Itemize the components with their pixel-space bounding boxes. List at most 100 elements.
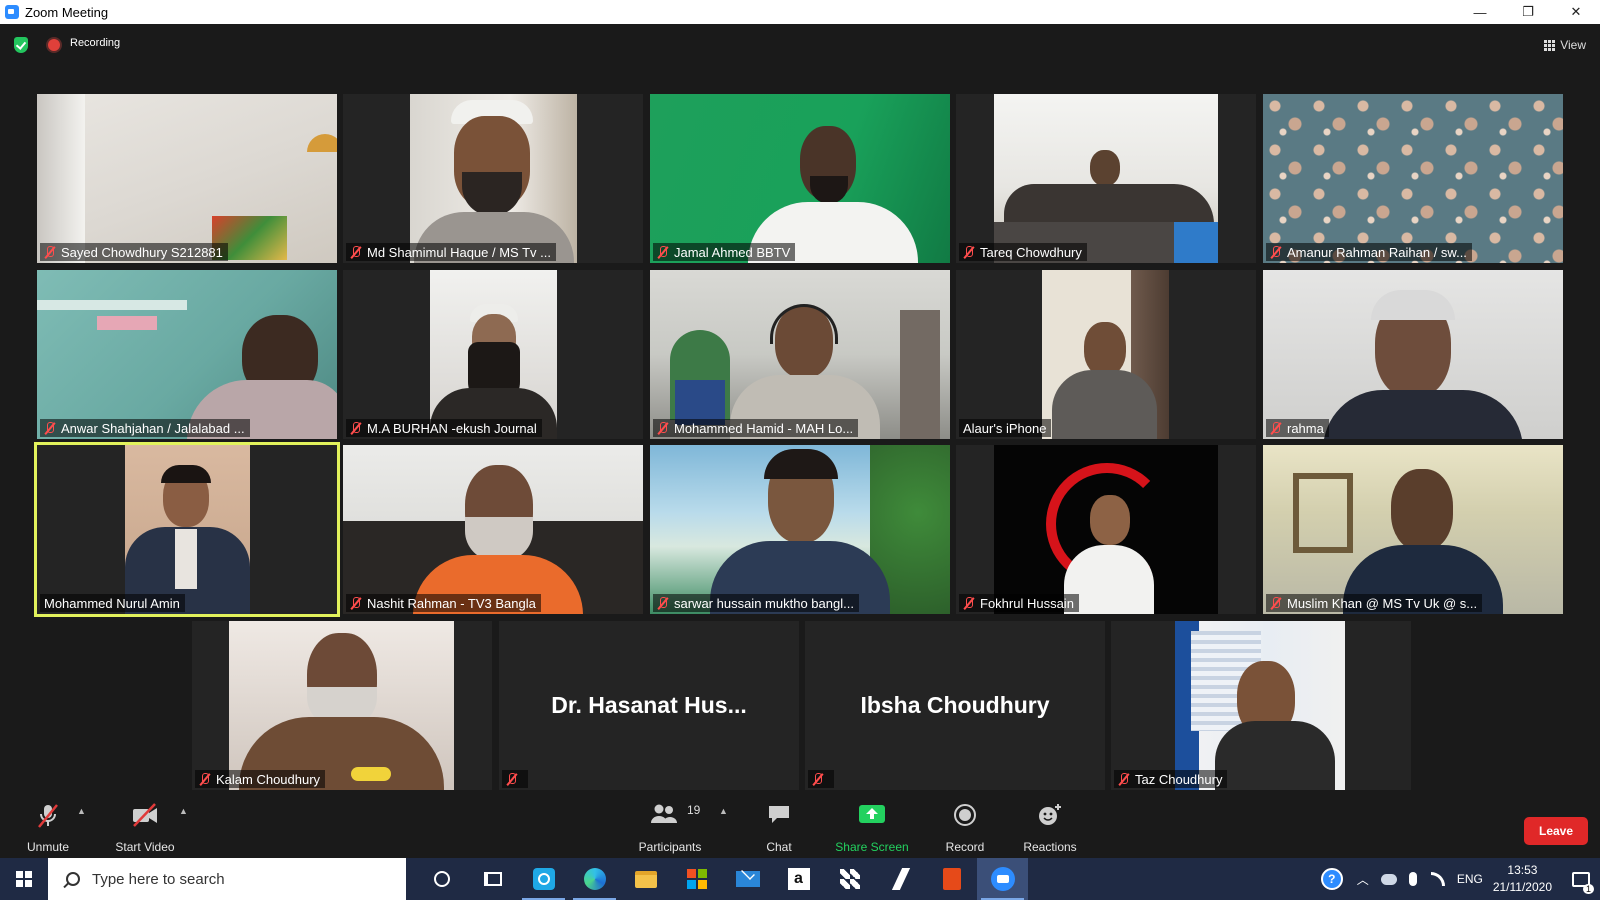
taskbar-clock[interactable]: 13:53 21/11/2020 bbox=[1493, 862, 1552, 896]
video-tile[interactable]: Mohammed Hamid - MAH Lo... bbox=[650, 270, 950, 439]
participant-video bbox=[343, 445, 643, 614]
view-button[interactable]: View bbox=[1544, 34, 1586, 56]
participant-name: Tareq Chowdhury bbox=[980, 244, 1082, 260]
task-view-icon[interactable] bbox=[467, 858, 518, 900]
reactions-label: Reactions bbox=[1023, 840, 1077, 854]
video-tile[interactable]: sarwar hussain muktho bangl... bbox=[650, 445, 950, 614]
audio-options-chevron-icon[interactable]: ▲ bbox=[77, 806, 86, 816]
input-language[interactable]: ENG bbox=[1457, 872, 1483, 886]
participant-video bbox=[430, 270, 557, 439]
participant-nameplate: Amanur Rahman Raihan / sw... bbox=[1266, 243, 1472, 261]
participant-video bbox=[37, 270, 337, 439]
participant-name: Amanur Rahman Raihan / sw... bbox=[1287, 244, 1467, 260]
wifi-icon[interactable] bbox=[1430, 872, 1445, 886]
smiley-plus-icon bbox=[1039, 804, 1061, 825]
share-screen-label: Share Screen bbox=[835, 840, 909, 854]
muted-microphone-icon bbox=[657, 596, 668, 610]
window-controls: — ❐ ✕ bbox=[1456, 0, 1600, 24]
video-tile[interactable]: Md Shamimul Haque / MS Tv ... bbox=[343, 94, 643, 263]
record-button[interactable]: Record bbox=[935, 796, 995, 858]
participants-options-chevron-icon[interactable]: ▲ bbox=[719, 806, 728, 816]
participant-name: Taz Choudhury bbox=[1135, 771, 1223, 787]
recording-icon bbox=[48, 39, 60, 51]
participant-name: Mohammed Hamid - MAH Lo... bbox=[674, 420, 854, 436]
file-explorer-icon[interactable] bbox=[620, 858, 671, 900]
participant-video bbox=[125, 445, 250, 614]
participant-video bbox=[994, 445, 1218, 614]
kodi-icon[interactable] bbox=[875, 858, 926, 900]
help-icon[interactable]: ? bbox=[1320, 868, 1343, 890]
start-video-button[interactable]: Start Video bbox=[110, 796, 180, 858]
video-tile[interactable]: Tareq Chowdhury bbox=[956, 94, 1256, 263]
start-button[interactable] bbox=[0, 858, 48, 900]
participant-video bbox=[1263, 445, 1563, 614]
participant-nameplate: Anwar Shahjahan / Jalalabad ... bbox=[40, 419, 250, 437]
amazon-icon[interactable]: a bbox=[773, 858, 824, 900]
chat-label: Chat bbox=[766, 840, 792, 854]
video-tile-video-off[interactable]: Ibsha Choudhury bbox=[805, 621, 1105, 790]
video-tile[interactable]: Muslim Khan @ MS Tv Uk @ s... bbox=[1263, 445, 1563, 614]
video-tile[interactable]: M.A BURHAN -ekush Journal bbox=[343, 270, 643, 439]
dropbox-icon[interactable] bbox=[824, 858, 875, 900]
microphone-tray-icon[interactable] bbox=[1408, 872, 1417, 886]
video-tile[interactable]: Jamal Ahmed BBTV bbox=[650, 94, 950, 263]
taskbar-search-box[interactable]: Type here to search bbox=[48, 858, 406, 900]
search-icon bbox=[66, 872, 80, 886]
muted-microphone-icon bbox=[350, 596, 361, 610]
muted-microphone-icon bbox=[963, 245, 974, 259]
video-tile[interactable]: Alaur's iPhone bbox=[956, 270, 1256, 439]
video-tile[interactable]: Fokhrul Hussain bbox=[956, 445, 1256, 614]
zoom-taskbar-icon[interactable] bbox=[977, 858, 1028, 900]
onedrive-cloud-icon[interactable] bbox=[1380, 873, 1397, 885]
chat-button[interactable]: Chat bbox=[751, 796, 807, 858]
show-hidden-icons-chevron-icon[interactable]: ︿ bbox=[1357, 871, 1369, 888]
unmute-label: Unmute bbox=[26, 840, 70, 854]
participant-video bbox=[650, 94, 950, 263]
close-button[interactable]: ✕ bbox=[1552, 0, 1600, 24]
video-tile[interactable]: Amanur Rahman Raihan / sw... bbox=[1263, 94, 1563, 263]
video-tile[interactable]: Sayed Chowdhury S212881 bbox=[37, 94, 337, 263]
participant-nameplate: sarwar hussain muktho bangl... bbox=[653, 594, 859, 612]
unmute-button[interactable]: Unmute bbox=[18, 796, 78, 858]
microsoft-store-icon[interactable] bbox=[671, 858, 722, 900]
action-center-button[interactable]: 1 bbox=[1566, 858, 1596, 900]
video-tile-video-off[interactable]: Dr. Hasanat Hus... bbox=[499, 621, 799, 790]
participant-video bbox=[650, 270, 950, 439]
participant-count: 19 bbox=[687, 803, 701, 817]
whatsapp-icon[interactable] bbox=[518, 858, 569, 900]
video-off-icon bbox=[133, 803, 157, 827]
edge-browser-icon[interactable] bbox=[569, 858, 620, 900]
search-placeholder: Type here to search bbox=[92, 870, 225, 888]
participant-name: Kalam Choudhury bbox=[216, 771, 321, 787]
participant-nameplate bbox=[502, 770, 528, 788]
leave-meeting-button[interactable]: Leave bbox=[1524, 817, 1588, 845]
share-screen-button[interactable]: Share Screen bbox=[828, 796, 916, 858]
mail-icon[interactable] bbox=[722, 858, 773, 900]
muted-microphone-icon bbox=[657, 421, 668, 435]
clock-date: 21/11/2020 bbox=[1492, 880, 1552, 894]
minimize-button[interactable]: — bbox=[1456, 0, 1504, 24]
restore-button[interactable]: ❐ bbox=[1504, 0, 1552, 24]
participants-button[interactable]: 19 Participants bbox=[630, 796, 710, 858]
video-options-chevron-icon[interactable]: ▲ bbox=[179, 806, 188, 816]
encryption-shield-icon[interactable] bbox=[14, 37, 28, 53]
clock-time: 13:53 bbox=[1507, 863, 1538, 877]
participant-name: Sayed Chowdhury S212881 bbox=[61, 244, 223, 260]
cortana-icon[interactable] bbox=[416, 858, 467, 900]
video-tile-active-speaker[interactable]: Mohammed Nurul Amin bbox=[34, 442, 340, 617]
muted-microphone-icon bbox=[1270, 596, 1281, 610]
muted-microphone-icon bbox=[350, 421, 361, 435]
reactions-button[interactable]: Reactions bbox=[1015, 796, 1085, 858]
participant-video bbox=[37, 94, 337, 263]
participant-video bbox=[1042, 270, 1169, 439]
video-tile[interactable]: Nashit Rahman - TV3 Bangla bbox=[343, 445, 643, 614]
muted-microphone-icon bbox=[44, 245, 55, 259]
participant-nameplate: Muslim Khan @ MS Tv Uk @ s... bbox=[1266, 594, 1483, 612]
participant-name: Anwar Shahjahan / Jalalabad ... bbox=[61, 420, 245, 436]
video-tile[interactable]: Anwar Shahjahan / Jalalabad ... bbox=[37, 270, 337, 439]
participants-label: Participants bbox=[638, 840, 702, 854]
video-tile[interactable]: rahma bbox=[1263, 270, 1563, 439]
video-tile[interactable]: Taz Choudhury bbox=[1111, 621, 1411, 790]
video-tile[interactable]: Kalam Choudhury bbox=[192, 621, 492, 790]
office-icon[interactable] bbox=[926, 858, 977, 900]
